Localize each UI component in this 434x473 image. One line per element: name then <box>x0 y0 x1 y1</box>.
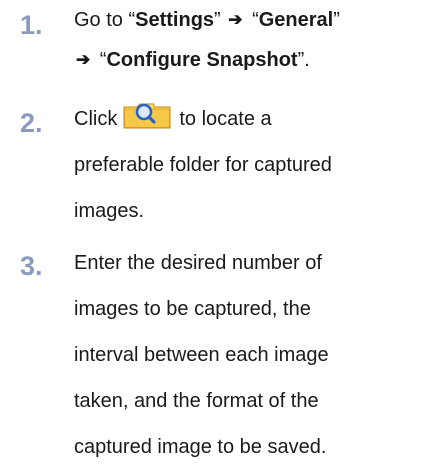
text-line: taken, and the format of the <box>74 390 319 412</box>
folder-search-icon <box>123 103 171 129</box>
text-fragment: Go to “ <box>74 9 136 31</box>
menu-settings: Settings <box>135 9 215 31</box>
step-number: 1. <box>20 10 43 40</box>
text-fragment: to locate a <box>179 108 272 130</box>
arrow-right-icon: ➔ <box>228 10 243 29</box>
step-text: Enter the desired number of images to be … <box>74 240 424 470</box>
menu-general: General <box>258 9 334 31</box>
text-line: images to be captured, the <box>74 298 311 320</box>
step-text: Click to locate a preferable folder for c… <box>74 96 424 234</box>
text-line: captured image to be saved. <box>74 436 327 458</box>
text-fragment: Click <box>74 108 118 130</box>
text-fragment: “ <box>94 49 107 71</box>
arrow-right-icon: ➔ <box>76 50 91 69</box>
text-fragment: ”. <box>297 49 310 71</box>
text-line: interval between each image <box>74 344 329 366</box>
text-fragment: ” <box>333 9 340 31</box>
text-fragment: images. <box>74 200 145 222</box>
text-fragment: ” <box>214 9 227 31</box>
step-number: 2. <box>20 108 43 138</box>
browse-folder-button[interactable] <box>123 101 171 129</box>
text-line: Enter the desired number of <box>74 252 322 274</box>
step-number: 3. <box>20 251 43 281</box>
menu-configure-snapshot: Configure Snapshot <box>106 49 298 71</box>
text-fragment: “ <box>246 9 259 31</box>
text-fragment: preferable folder for captured <box>74 154 332 176</box>
step-text: Go to “Settings” ➔ “General” ➔ “Configure… <box>74 0 424 80</box>
